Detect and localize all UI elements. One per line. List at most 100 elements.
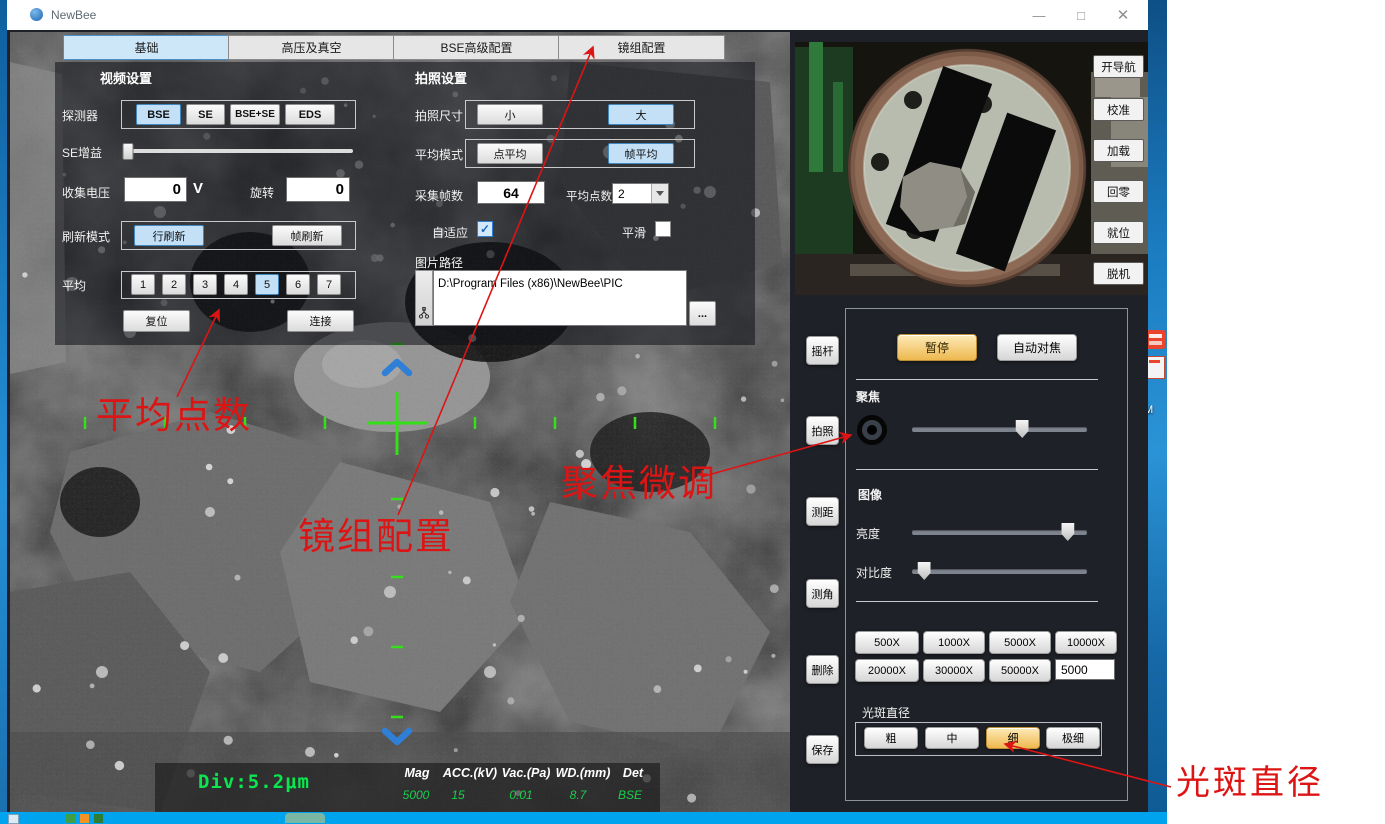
brightness-slider[interactable] xyxy=(912,530,1087,535)
path-label: 图片路径 xyxy=(415,254,463,271)
mag-500x-button[interactable]: 500X xyxy=(855,631,919,654)
adaptive-checkbox[interactable]: ✓ xyxy=(477,221,493,237)
tool-delete-button[interactable]: 删除 xyxy=(806,655,839,684)
voltage-unit: V xyxy=(193,180,203,197)
tab-hv-vacuum[interactable]: 高压及真空 xyxy=(228,35,395,60)
detector-bse-se-button[interactable]: BSE+SE xyxy=(230,104,280,125)
mag-10000x-button[interactable]: 10000X xyxy=(1055,631,1117,654)
photo-size-label: 拍照尺寸 xyxy=(415,107,463,124)
mag-input[interactable] xyxy=(1055,659,1115,680)
focus-label: 聚焦 xyxy=(856,388,880,405)
tool-measure-angle-button[interactable]: 测角 xyxy=(806,579,839,608)
smooth-label: 平滑 xyxy=(622,224,646,241)
window-titlebar[interactable]: NewBee — □ ✕ xyxy=(7,0,1148,31)
separator xyxy=(856,379,1098,380)
desktop-shortcut-icon[interactable]: M xyxy=(1146,330,1166,420)
taskbar-icon[interactable] xyxy=(94,814,103,823)
average-4-button[interactable]: 4 xyxy=(224,274,248,295)
autofocus-button[interactable]: 自动对焦 xyxy=(997,334,1077,361)
brightness-label: 亮度 xyxy=(856,525,880,542)
average-label: 平均 xyxy=(62,277,86,294)
stage-calibrate-button[interactable]: 校准 xyxy=(1093,98,1144,121)
frames-input[interactable] xyxy=(477,181,545,204)
spot-coarse-button[interactable]: 粗 xyxy=(864,727,918,749)
maximize-button[interactable]: □ xyxy=(1068,4,1094,26)
refresh-frame-button[interactable]: 帧刷新 xyxy=(272,225,342,246)
path-value: D:\Program Files (x86)\NewBee\PIC xyxy=(438,278,623,290)
se-gain-slider[interactable] xyxy=(123,149,353,153)
taskbar-icon[interactable] xyxy=(66,814,75,823)
smooth-checkbox[interactable] xyxy=(655,221,671,237)
stage-load-button[interactable]: 加载 xyxy=(1093,139,1144,162)
mag-5000x-button[interactable]: 5000X xyxy=(989,631,1051,654)
avg-mode-label: 平均模式 xyxy=(415,146,463,163)
tool-save-button[interactable]: 保存 xyxy=(806,735,839,764)
mag-1000x-button[interactable]: 1000X xyxy=(923,631,985,654)
se-gain-slider-thumb[interactable] xyxy=(122,143,133,160)
stage-offline-button[interactable]: 脱机 xyxy=(1093,262,1144,285)
avg-frame-button[interactable]: 帧平均 xyxy=(608,143,674,164)
avg-points-label: 平均点数 xyxy=(566,188,612,204)
focus-fine-knob[interactable] xyxy=(857,415,887,445)
reset-button[interactable]: 复位 xyxy=(123,310,190,332)
tool-joystick-button[interactable]: 摇杆 xyxy=(806,336,839,365)
osd-value-det: BSE xyxy=(599,788,661,802)
taskbar-icon[interactable] xyxy=(8,814,19,824)
detector-label: 探测器 xyxy=(62,107,98,124)
voltage-input[interactable] xyxy=(124,177,187,202)
pause-button[interactable]: 暂停 xyxy=(897,334,977,361)
detector-bse-button[interactable]: BSE xyxy=(136,104,181,125)
size-large-button[interactable]: 大 xyxy=(608,104,674,125)
taskbar-icon[interactable] xyxy=(80,814,89,823)
average-1-button[interactable]: 1 xyxy=(131,274,155,295)
annotation-lens-config: 镜组配置 xyxy=(298,519,454,556)
browse-button[interactable]: ... xyxy=(689,301,716,326)
rotation-input[interactable] xyxy=(286,177,350,202)
chevron-down-icon[interactable] xyxy=(651,184,668,203)
chamber-camera-view xyxy=(795,42,1148,295)
photo-settings-title: 拍照设置 xyxy=(415,68,467,87)
close-button[interactable]: ✕ xyxy=(1110,4,1136,26)
tab-lens-config[interactable]: 镜组配置 xyxy=(558,35,725,60)
spot-extra-fine-button[interactable]: 极细 xyxy=(1046,727,1100,749)
average-2-button[interactable]: 2 xyxy=(162,274,186,295)
spot-fine-button[interactable]: 细 xyxy=(986,727,1040,749)
average-5-button[interactable]: 5 xyxy=(255,274,279,295)
osd-header-acc: ACC.(kV) xyxy=(439,766,501,780)
average-7-button[interactable]: 7 xyxy=(317,274,341,295)
mag-20000x-button[interactable]: 20000X xyxy=(855,659,919,682)
tab-basic[interactable]: 基础 xyxy=(63,35,230,60)
mag-50000x-button[interactable]: 50000X xyxy=(989,659,1051,682)
focus-slider[interactable] xyxy=(912,427,1087,432)
average-3-button[interactable]: 3 xyxy=(193,274,217,295)
voltage-label: 收集电压 xyxy=(62,184,110,201)
avg-points-select[interactable]: 2 xyxy=(612,183,669,204)
stage-in-place-button[interactable]: 就位 xyxy=(1093,221,1144,244)
path-field[interactable]: D:\Program Files (x86)\NewBee\PIC xyxy=(433,270,687,326)
mag-30000x-button[interactable]: 30000X xyxy=(923,659,985,682)
stage-zero-button[interactable]: 回零 xyxy=(1093,180,1144,203)
separator xyxy=(856,601,1098,602)
tool-measure-distance-button[interactable]: 测距 xyxy=(806,497,839,526)
path-link-button[interactable] xyxy=(415,270,433,326)
connect-button[interactable]: 连接 xyxy=(287,310,354,332)
molecule-icon xyxy=(418,307,430,319)
contrast-slider[interactable] xyxy=(912,569,1087,574)
avg-point-button[interactable]: 点平均 xyxy=(477,143,543,164)
refresh-row-button[interactable]: 行刷新 xyxy=(134,225,204,246)
detector-se-button[interactable]: SE xyxy=(186,104,225,125)
spot-medium-button[interactable]: 中 xyxy=(925,727,979,749)
size-small-button[interactable]: 小 xyxy=(477,104,543,125)
chamber-camera-image xyxy=(795,42,1148,295)
average-6-button[interactable]: 6 xyxy=(286,274,310,295)
stage-open-nav-button[interactable]: 开导航 xyxy=(1093,55,1144,78)
taskbar-icon[interactable] xyxy=(285,813,325,823)
tool-photo-button[interactable]: 拍照 xyxy=(806,416,839,445)
taskbar[interactable] xyxy=(0,812,1167,824)
minimize-button[interactable]: — xyxy=(1026,4,1052,26)
image-section-label: 图像 xyxy=(858,486,882,503)
frames-label: 采集帧数 xyxy=(415,187,463,204)
annotation-focus-fine: 聚焦微调 xyxy=(561,466,717,503)
tab-bse-advanced[interactable]: BSE高级配置 xyxy=(393,35,560,60)
detector-eds-button[interactable]: EDS xyxy=(285,104,335,125)
